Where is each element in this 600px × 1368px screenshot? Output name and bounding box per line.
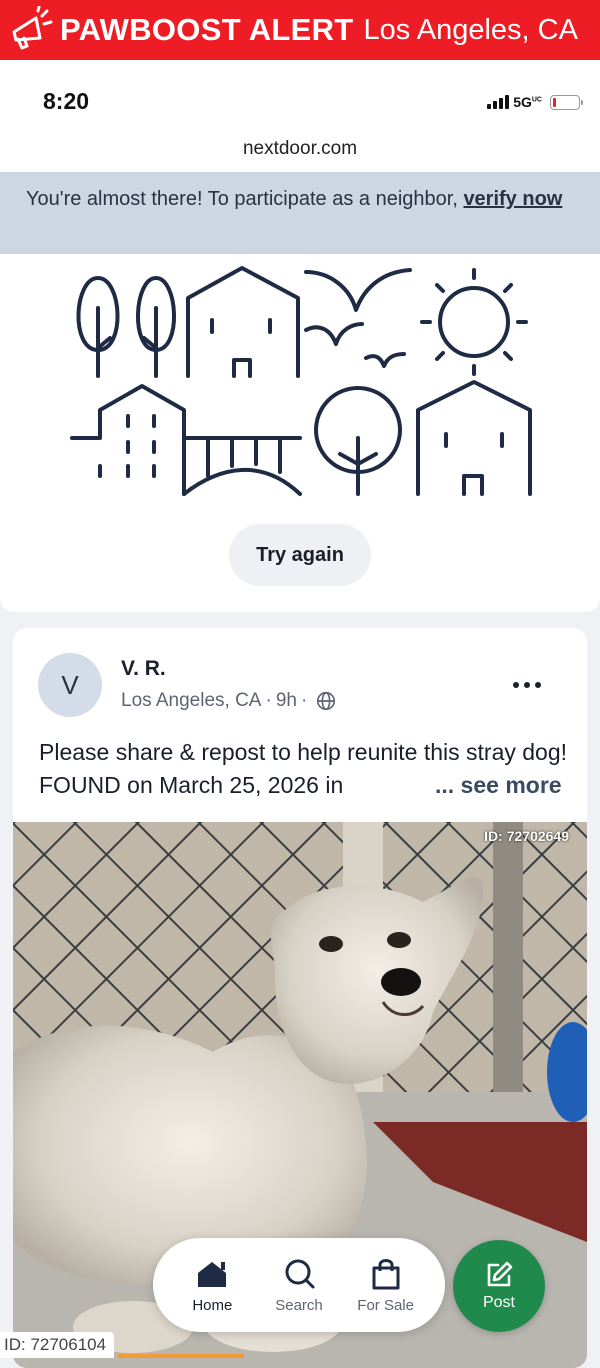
pawboost-alert-banner: PAWBOOST ALERT Los Angeles, CA [0,0,600,60]
nav-home[interactable]: Home [172,1257,252,1314]
post-button-label: Post [482,1294,515,1311]
meta-separator: · [265,690,272,711]
verify-now-link[interactable]: verify now [463,188,562,210]
error-card: Try again [0,254,600,612]
nav-for-sale[interactable]: For Sale [346,1257,426,1314]
dot [535,682,541,688]
verify-banner: You're almost there! To participate as a… [0,172,600,254]
post-button[interactable]: Post [453,1240,545,1332]
search-icon [285,1259,315,1288]
network-type: 5GUC [513,94,542,110]
more-options-button[interactable] [513,678,547,692]
post-author[interactable]: V. R. [121,657,166,681]
url-bar[interactable]: nextdoor.com [0,138,600,160]
status-time: 8:20 [43,88,90,114]
nav-for-sale-label: For Sale [357,1296,414,1314]
see-more-link[interactable]: ... see more [431,772,562,799]
nav-search-label: Search [275,1296,323,1314]
shopping-bag-icon [372,1258,400,1289]
status-indicators: 5GUC [487,94,583,110]
signal-icon [487,95,510,109]
nav-home-label: Home [192,1296,233,1314]
home-icon [198,1261,227,1287]
bottom-nav: Home Search For Sale [153,1238,445,1332]
browser-chrome: 8:20 5GUC nextdoor.com [0,60,600,172]
photo-id: ID: 72702649 [484,828,569,844]
dot [513,682,519,688]
meta-separator: · [300,690,308,711]
alert-location: Los Angeles, CA [363,13,578,46]
post-location[interactable]: Los Angeles, CA [121,690,261,712]
post-meta: Los Angeles, CA · 9h · [121,690,337,712]
compose-icon [487,1261,513,1287]
nav-search[interactable]: Search [259,1257,339,1314]
battery-icon [550,94,583,110]
post-age: 9h [275,690,297,711]
dot [524,682,530,688]
avatar[interactable]: V [38,653,102,717]
neighborhood-illustration [70,266,532,496]
footer-accent-bar [118,1354,244,1358]
try-again-button[interactable]: Try again [229,524,371,586]
alert-brand: PAWBOOST ALERT [60,12,354,47]
footer-id: ID: 72706104 [0,1332,114,1358]
megaphone-icon [12,6,53,50]
globe-icon [317,691,336,711]
verify-text: You're almost there! To participate as a… [26,188,464,210]
